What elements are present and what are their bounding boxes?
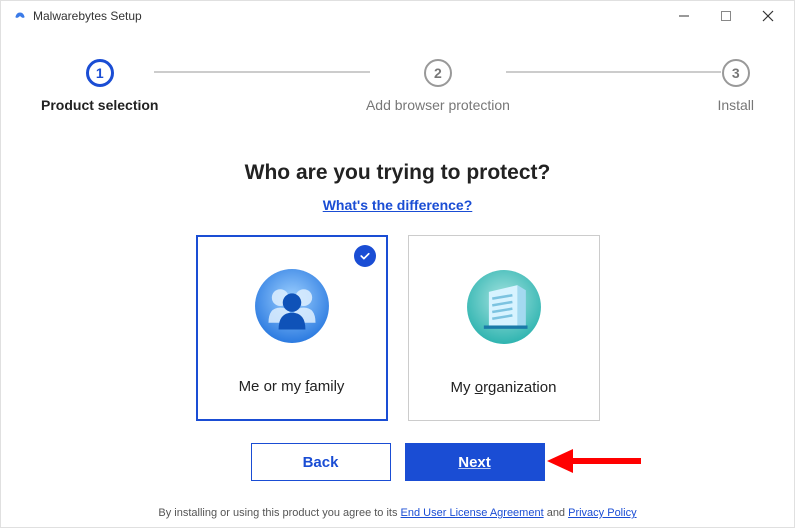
option-organization[interactable]: My organization <box>408 235 600 421</box>
option-group: Me or my family My organization <box>1 235 794 421</box>
privacy-link[interactable]: Privacy Policy <box>568 507 636 519</box>
window-controls <box>666 4 786 28</box>
step-connector <box>154 71 370 73</box>
option-label: My organization <box>451 379 557 396</box>
footer-text-mid: and <box>544 507 568 519</box>
close-icon <box>762 10 774 22</box>
next-button[interactable]: Next <box>405 443 545 481</box>
whats-the-difference-link[interactable]: What's the difference? <box>1 197 794 213</box>
step-number: 2 <box>424 59 452 87</box>
page-heading: Who are you trying to protect? <box>1 161 794 185</box>
step-label: Install <box>717 97 754 113</box>
step-label: Product selection <box>41 97 158 113</box>
selected-check-icon <box>354 245 376 267</box>
step-browser-protection: 2 Add browser protection <box>366 59 510 113</box>
option-label: Me or my family <box>239 378 345 395</box>
step-product-selection: 1 Product selection <box>41 59 158 113</box>
action-row: Back Next <box>1 443 794 481</box>
footer-legal: By installing or using this product you … <box>1 507 794 519</box>
back-button[interactable]: Back <box>251 443 391 481</box>
family-icon <box>250 264 334 348</box>
titlebar: Malwarebytes Setup <box>1 1 794 31</box>
minimize-icon <box>678 10 690 22</box>
option-family[interactable]: Me or my family <box>196 235 388 421</box>
maximize-button[interactable] <box>708 4 744 28</box>
step-number: 3 <box>722 59 750 87</box>
title-left: Malwarebytes Setup <box>13 9 142 23</box>
step-connector <box>506 71 722 73</box>
maximize-icon <box>720 10 732 22</box>
step-number: 1 <box>86 59 114 87</box>
progress-stepper: 1 Product selection 2 Add browser protec… <box>1 59 794 113</box>
organization-icon <box>462 265 546 349</box>
close-button[interactable] <box>750 4 786 28</box>
window-title: Malwarebytes Setup <box>33 9 142 23</box>
malwarebytes-logo-icon <box>13 9 27 23</box>
step-label: Add browser protection <box>366 97 510 113</box>
footer-text-prefix: By installing or using this product you … <box>158 507 400 519</box>
step-install: 3 Install <box>717 59 754 113</box>
eula-link[interactable]: End User License Agreement <box>401 507 544 519</box>
minimize-button[interactable] <box>666 4 702 28</box>
